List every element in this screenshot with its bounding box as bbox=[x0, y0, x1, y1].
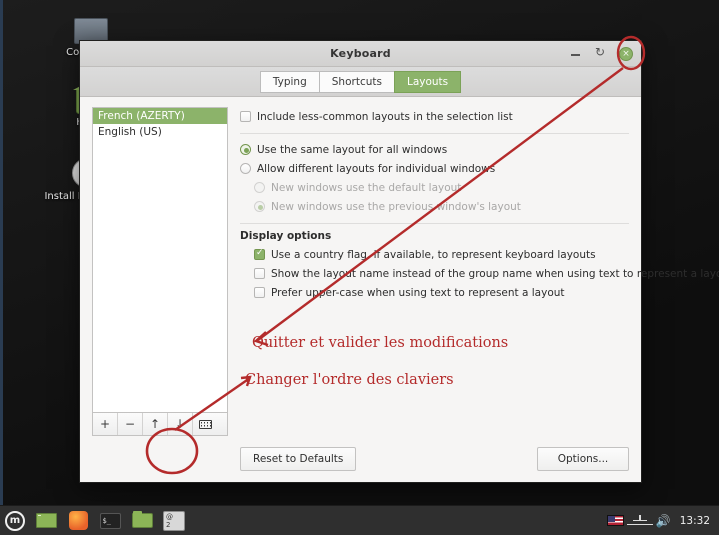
layout-toolbar: + − ↑ ↓ bbox=[92, 412, 228, 436]
radio-icon[interactable] bbox=[240, 163, 251, 174]
workspace-switcher[interactable]: @ 2 bbox=[158, 506, 190, 535]
system-tray: 🔊 13:32 bbox=[606, 514, 719, 528]
move-layout-down-button[interactable]: ↓ bbox=[168, 413, 193, 435]
annotation-changer-text: Changer l'ordre des claviers bbox=[245, 372, 454, 388]
option-label: Use the same layout for all windows bbox=[257, 143, 448, 156]
desktop: Computer Home Install Linux Mint Keyboar… bbox=[0, 0, 719, 535]
keyboard-layout-flag-icon[interactable] bbox=[606, 515, 624, 526]
reset-to-defaults-button[interactable]: Reset to Defaults bbox=[240, 447, 357, 471]
display-options-heading: Display options bbox=[240, 230, 332, 242]
maximize-icon[interactable] bbox=[594, 45, 608, 61]
tab-bar: Typing Shortcuts Layouts bbox=[80, 67, 641, 97]
radio-icon bbox=[254, 201, 265, 212]
annotation-quitter-text: Quitter et valider les modifications bbox=[252, 335, 509, 351]
workspace-line1: @ bbox=[166, 512, 173, 521]
tab-layouts[interactable]: Layouts bbox=[393, 70, 462, 93]
window-titlebar[interactable]: Keyboard × bbox=[80, 41, 641, 67]
option-new-windows-default: New windows use the default layout bbox=[254, 178, 629, 197]
window-title: Keyboard bbox=[330, 47, 391, 60]
layouts-panel: French (AZERTY) English (US) + − ↑ ↓ bbox=[92, 107, 228, 436]
tab-shortcuts[interactable]: Shortcuts bbox=[318, 70, 394, 93]
options-button[interactable]: Options... bbox=[537, 447, 629, 471]
radio-icon bbox=[254, 182, 265, 193]
remove-layout-button[interactable]: − bbox=[118, 413, 143, 435]
checkbox-icon[interactable] bbox=[254, 268, 265, 279]
taskbar-firefox-item[interactable] bbox=[62, 506, 94, 535]
option-label: New windows use the default layout bbox=[271, 181, 462, 194]
start-menu-button[interactable]: m bbox=[0, 506, 30, 535]
workspace-icon: @ 2 bbox=[163, 510, 185, 531]
tabs: Typing Shortcuts Layouts bbox=[259, 70, 462, 93]
list-item[interactable]: French (AZERTY) bbox=[93, 108, 227, 124]
radio-icon[interactable] bbox=[240, 144, 251, 155]
minimize-icon[interactable] bbox=[569, 47, 583, 61]
clock[interactable]: 13:32 bbox=[680, 515, 710, 527]
volume-icon[interactable]: 🔊 bbox=[656, 514, 671, 528]
checkbox-icon[interactable] bbox=[240, 111, 251, 122]
window-icon bbox=[35, 513, 57, 528]
firefox-icon bbox=[68, 511, 88, 530]
folder-icon bbox=[131, 511, 153, 528]
linux-mint-logo-icon: m bbox=[5, 510, 25, 531]
checkbox-icon[interactable] bbox=[254, 287, 265, 298]
option-country-flag[interactable]: Use a country flag, if available, to rep… bbox=[254, 245, 629, 264]
option-different-layouts[interactable]: Allow different layouts for individual w… bbox=[240, 159, 629, 178]
move-layout-up-button[interactable]: ↑ bbox=[143, 413, 168, 435]
option-label: Include less-common layouts in the selec… bbox=[257, 110, 513, 123]
close-icon[interactable]: × bbox=[619, 47, 633, 61]
option-new-windows-previous: New windows use the previous window's la… bbox=[254, 197, 629, 216]
option-include-less-common[interactable]: Include less-common layouts in the selec… bbox=[240, 107, 629, 126]
workspace-line2: 2 bbox=[166, 520, 171, 529]
keyboard-settings-window: Keyboard × Typing Shortcuts Layouts Fren… bbox=[79, 40, 719, 483]
window-controls: × bbox=[569, 41, 633, 67]
taskbar-window-item[interactable] bbox=[30, 506, 62, 535]
taskbar-files-item[interactable] bbox=[126, 506, 158, 535]
tab-typing[interactable]: Typing bbox=[259, 70, 319, 93]
option-same-layout[interactable]: Use the same layout for all windows bbox=[240, 140, 629, 159]
network-icon[interactable] bbox=[632, 514, 647, 527]
option-label: Allow different layouts for individual w… bbox=[257, 162, 496, 175]
window-footer: Reset to Defaults Options... bbox=[80, 436, 641, 482]
option-layout-name[interactable]: Show the layout name instead of the grou… bbox=[254, 264, 719, 283]
show-keyboard-layout-button[interactable] bbox=[193, 413, 218, 435]
option-upper-case[interactable]: Prefer upper-case when using text to rep… bbox=[254, 283, 629, 302]
layout-list[interactable]: French (AZERTY) English (US) bbox=[92, 107, 228, 412]
taskbar: m $_ @ 2 🔊 13:32 bbox=[0, 505, 719, 535]
option-label: Prefer upper-case when using text to rep… bbox=[271, 286, 565, 299]
checkbox-icon[interactable] bbox=[254, 248, 265, 260]
terminal-icon: $_ bbox=[99, 512, 121, 529]
keyboard-icon bbox=[199, 419, 212, 429]
option-label: Show the layout name instead of the grou… bbox=[271, 267, 719, 280]
option-label: Use a country flag, if available, to rep… bbox=[271, 248, 596, 261]
add-layout-button[interactable]: + bbox=[93, 413, 118, 435]
option-label: New windows use the previous window's la… bbox=[271, 200, 521, 213]
taskbar-terminal-item[interactable]: $_ bbox=[94, 506, 126, 535]
desktop-edge-strip bbox=[0, 0, 3, 505]
divider bbox=[240, 133, 629, 134]
list-item[interactable]: English (US) bbox=[93, 124, 227, 140]
divider bbox=[240, 223, 629, 224]
